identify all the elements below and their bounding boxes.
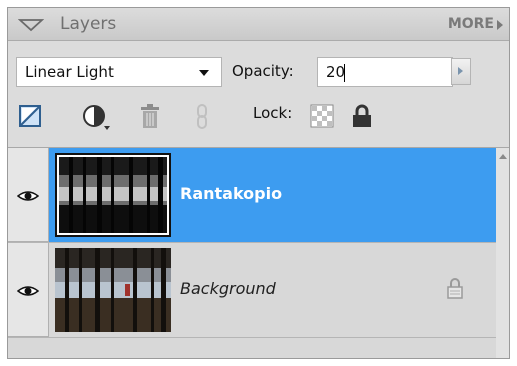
collapse-triangle-icon[interactable] xyxy=(18,18,44,32)
layers-panel: Layers MORE Linear Light Opacity: 20 Loc… xyxy=(7,7,510,359)
more-button[interactable]: MORE xyxy=(448,16,494,32)
adjustment-layer-icon[interactable] xyxy=(82,104,112,132)
layer-row-background[interactable]: Background xyxy=(8,243,498,337)
visibility-toggle[interactable] xyxy=(8,148,49,242)
new-layer-icon[interactable] xyxy=(18,104,42,128)
layer-row-rantakopio[interactable]: Rantakopio xyxy=(8,148,498,242)
panel-titlebar: Layers MORE xyxy=(8,8,509,41)
layer-name[interactable]: Background xyxy=(180,279,276,298)
lock-all-icon[interactable] xyxy=(351,104,373,128)
opacity-value: 20 xyxy=(326,63,346,81)
lock-icon xyxy=(447,278,463,299)
layer-divider xyxy=(8,337,498,338)
layer-thumbnail xyxy=(55,153,171,237)
layer-name[interactable]: Rantakopio xyxy=(180,184,282,203)
triangle-right-icon xyxy=(458,67,463,75)
opacity-slider-button[interactable] xyxy=(451,58,471,85)
blend-mode-value: Linear Light xyxy=(25,63,114,81)
eye-icon xyxy=(17,191,39,201)
eye-icon xyxy=(17,286,39,296)
opacity-input[interactable]: 20 xyxy=(317,57,453,87)
trash-icon[interactable] xyxy=(139,104,161,130)
layer-toolbar: Linear Light Opacity: 20 Lock: xyxy=(8,41,509,147)
link-icon[interactable] xyxy=(195,104,209,130)
blend-mode-select[interactable]: Linear Light xyxy=(16,57,222,87)
lock-label: Lock: xyxy=(253,104,293,122)
visibility-toggle[interactable] xyxy=(8,243,49,337)
text-cursor xyxy=(344,64,345,82)
chevron-down-icon[interactable] xyxy=(199,70,209,76)
lock-transparency-icon[interactable] xyxy=(310,104,334,128)
more-arrow-icon[interactable] xyxy=(497,20,503,30)
panel-title: Layers xyxy=(60,14,117,34)
opacity-label: Opacity: xyxy=(232,62,294,80)
scroll-up-icon[interactable] xyxy=(499,154,507,159)
layer-scrollbar[interactable] xyxy=(496,148,509,358)
layer-list: Rantakopio Background xyxy=(8,147,509,358)
layer-thumbnail xyxy=(55,248,171,332)
